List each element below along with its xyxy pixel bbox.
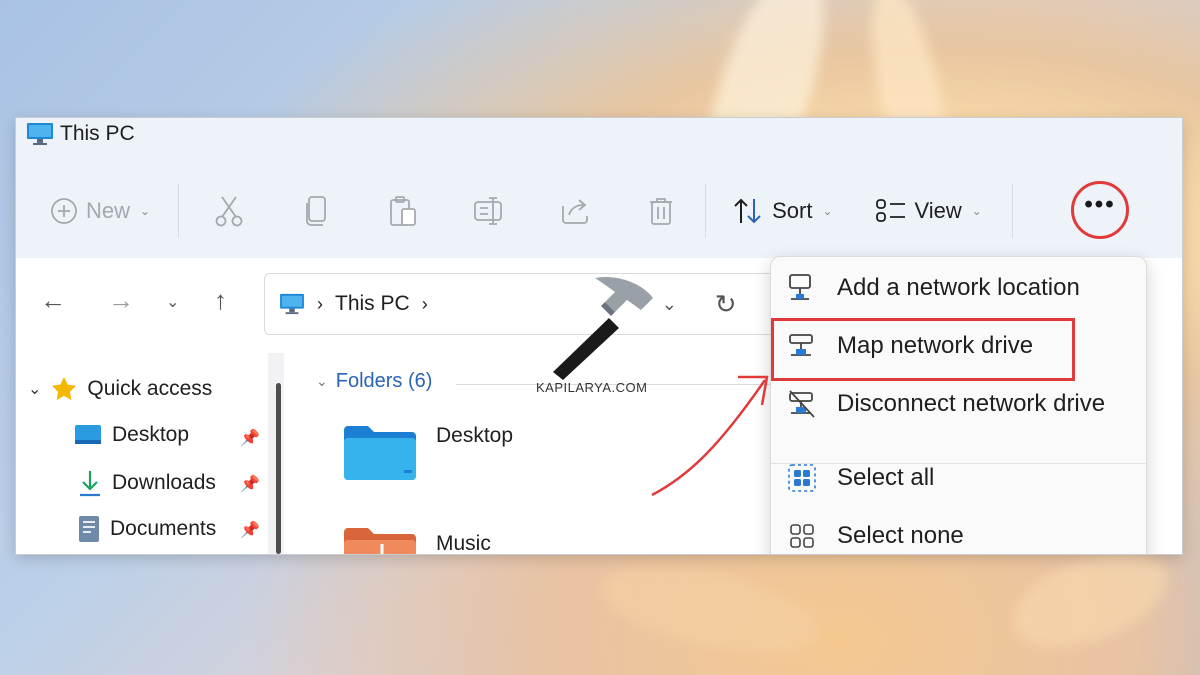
view-button-label: View [914, 198, 962, 223]
this-pc-icon [27, 123, 53, 145]
menu-item-label: Add a network location [837, 274, 1080, 301]
chevron-down-icon: ⌄ [28, 381, 42, 398]
folders-group-header[interactable]: ⌄ Folders (6) [316, 370, 432, 393]
paste-button[interactable] [373, 181, 433, 241]
folders-heading: Folders (6) [335, 370, 433, 392]
music-folder-icon [344, 528, 416, 554]
chevron-down-icon: ⌄ [316, 373, 328, 389]
network-location-icon [789, 274, 811, 300]
folder-desktop[interactable]: Desktop [342, 424, 513, 482]
folder-label: Music [436, 532, 491, 554]
copy-icon [306, 196, 326, 226]
star-icon [52, 377, 77, 400]
view-button[interactable]: View ⌄ [875, 181, 982, 241]
toolbar-divider [705, 184, 707, 238]
rename-icon [474, 197, 502, 225]
sort-arrows-icon [734, 198, 761, 224]
folder-music[interactable]: Music [342, 526, 491, 554]
scrollbar-thumb[interactable] [276, 383, 281, 554]
menu-item-select-all[interactable]: Select all [787, 463, 934, 493]
delete-button[interactable] [631, 181, 691, 241]
new-button-label: New [86, 198, 131, 223]
more-dots-icon: ••• [1084, 191, 1116, 218]
sidebar-item-label: Quick access [87, 377, 213, 400]
copy-button[interactable] [287, 181, 347, 241]
documents-icon [79, 516, 99, 542]
desktop-icon [75, 425, 101, 444]
command-bar: New ⌄ Sort ⌄ View ⌄ [40, 176, 1182, 246]
plus-circle-icon [51, 198, 77, 224]
select-all-icon [788, 464, 816, 492]
cut-button[interactable] [199, 181, 259, 241]
scissors-icon [215, 196, 243, 227]
chevron-down-icon: ⌄ [140, 204, 151, 218]
breadcrumb-separator-icon: › [421, 293, 428, 314]
watermark: KAPILARYA.COM [536, 380, 648, 395]
sidebar-item-label: Documents [110, 517, 217, 540]
up-arrow-icon[interactable]: ↑ [214, 285, 227, 316]
download-icon [80, 471, 100, 497]
see-more-menu: Add a network location Map network drive… [770, 256, 1147, 554]
menu-item-label: Select all [837, 464, 935, 491]
pin-icon: 📌 [240, 430, 260, 447]
sidebar-item-documents[interactable]: Documents [78, 515, 216, 543]
folder-label: Desktop [436, 424, 514, 447]
this-pc-icon [280, 293, 304, 315]
desktop-folder-icon [344, 426, 416, 480]
window-title-text: This PC [60, 122, 135, 145]
rename-button[interactable] [459, 181, 519, 241]
bg-streak [595, 552, 825, 668]
bg-streak [1001, 535, 1179, 665]
sidebar-item-quick-access[interactable]: ⌄ Quick access [28, 376, 212, 402]
sidebar-item-downloads[interactable]: Downloads [78, 469, 216, 497]
menu-item-disconnect-network-drive[interactable]: Disconnect network drive [787, 389, 1105, 419]
window-title: This PC [26, 122, 135, 146]
new-button[interactable]: New ⌄ [40, 181, 160, 241]
annotation-arrow [651, 375, 769, 497]
pin-icon: 📌 [240, 476, 260, 493]
disconnect-drive-icon [789, 390, 815, 418]
forward-arrow-icon[interactable]: → [108, 285, 134, 316]
chevron-down-icon: ⌄ [971, 204, 982, 218]
chevron-down-icon: ⌄ [822, 204, 833, 218]
sort-button[interactable]: Sort ⌄ [732, 181, 833, 241]
back-arrow-icon[interactable]: ← [40, 285, 66, 316]
recent-chevron-icon[interactable]: ⌄ [166, 292, 179, 312]
see-more-button[interactable]: ••• [1071, 181, 1129, 239]
select-none-icon [790, 524, 814, 548]
sidebar-item-desktop[interactable]: Desktop [74, 423, 189, 447]
clipboard-icon [390, 196, 416, 226]
menu-item-label: Disconnect network drive [837, 390, 1106, 417]
sidebar-item-label: Desktop [112, 423, 190, 446]
breadcrumb-separator-icon: › [317, 293, 323, 314]
menu-item-select-none[interactable]: Select none [787, 521, 964, 551]
sidebar-item-label: Downloads [112, 471, 216, 494]
pin-icon: 📌 [240, 522, 260, 539]
breadcrumb-this-pc[interactable]: This PC [335, 292, 410, 316]
share-icon [562, 199, 588, 224]
menu-item-label: Select none [837, 522, 964, 549]
view-list-icon [875, 199, 905, 222]
share-button[interactable] [545, 181, 605, 241]
trash-icon [650, 198, 673, 225]
address-bar[interactable]: › This PC › ⌄ ↻ [264, 273, 784, 335]
map-network-drive-highlight [771, 318, 1075, 381]
sort-button-label: Sort [772, 198, 813, 223]
toolbar-divider [178, 184, 180, 238]
menu-item-add-network-location[interactable]: Add a network location [787, 273, 1080, 303]
toolbar-divider [1011, 184, 1013, 238]
refresh-icon[interactable]: ↻ [715, 289, 737, 320]
title-bar: This PC New ⌄ Sort ⌄ View ⌄ ••• [16, 118, 1182, 258]
